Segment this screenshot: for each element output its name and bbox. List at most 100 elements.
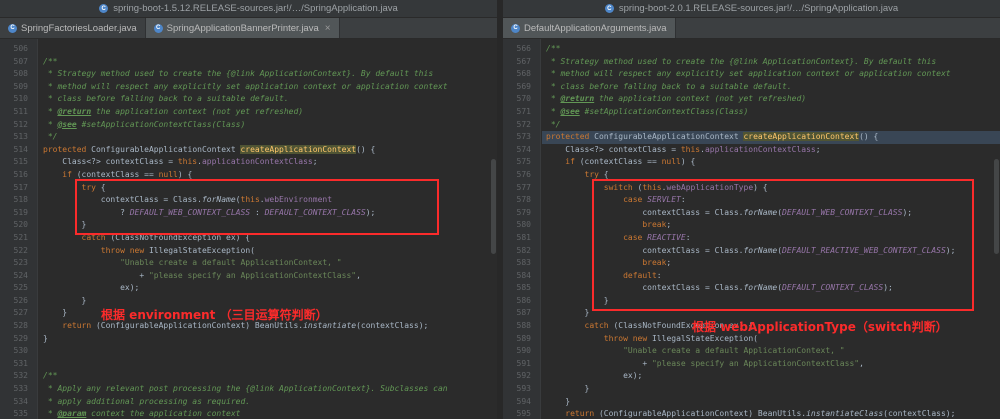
- gutter[interactable]: 506 507 508 509 510 511 512 513 514 515 516 517 518 5…: [0, 39, 38, 419]
- line-number[interactable]: 530: [0, 345, 37, 358]
- line-number[interactable]: 517: [0, 182, 37, 195]
- line-number[interactable]: 514: [0, 144, 37, 157]
- line-number[interactable]: 525: [0, 282, 37, 295]
- code-token: DEFAULT_CONTEXT_CLASS: [782, 283, 884, 293]
- line-number[interactable]: 529: [0, 333, 37, 346]
- code-token: case: [623, 232, 643, 242]
- line-number[interactable]: 528: [0, 320, 37, 333]
- line-number[interactable]: 585: [503, 282, 540, 295]
- code-token: /**: [546, 44, 561, 53]
- line-number[interactable]: 527: [0, 307, 37, 320]
- code-token: ;: [312, 157, 318, 167]
- line-number[interactable]: 574: [503, 144, 540, 157]
- line-number[interactable]: 590: [503, 345, 540, 358]
- code-token: }: [546, 384, 590, 394]
- line-number[interactable]: 510: [0, 93, 37, 106]
- code-token: break: [642, 220, 667, 230]
- line-number[interactable]: 588: [503, 320, 540, 333]
- line-number[interactable]: 591: [503, 358, 540, 371]
- editor-tab[interactable]: C SpringFactoriesLoader.java: [0, 18, 146, 38]
- editor[interactable]: 566 567 568 569 570 571 572 573 574 575 576 577 578 5…: [503, 39, 1000, 419]
- code-token: * Apply any relevant post processing the…: [43, 384, 448, 394]
- line-number[interactable]: 515: [0, 156, 37, 169]
- line-number[interactable]: 576: [503, 169, 540, 182]
- line-number[interactable]: 524: [0, 270, 37, 283]
- code-area[interactable]: /** * Strategy method used to create the…: [39, 39, 497, 419]
- line-number[interactable]: 506: [0, 43, 37, 56]
- line-number[interactable]: 594: [503, 396, 540, 409]
- line-number[interactable]: 512: [0, 119, 37, 132]
- code-line: Class<?> contextClass = this.application…: [39, 156, 497, 169]
- code-token: *: [546, 94, 561, 104]
- line-number[interactable]: 532: [0, 370, 37, 383]
- line-number[interactable]: 586: [503, 295, 540, 308]
- line-number[interactable]: 566: [503, 43, 540, 56]
- line-number[interactable]: 573: [503, 131, 540, 144]
- code-line: /**: [542, 43, 1000, 56]
- code-line: * apply additional processing as require…: [39, 396, 497, 409]
- code-line: if (contextClass == null) {: [39, 169, 497, 182]
- line-number[interactable]: 507: [0, 56, 37, 69]
- line-number[interactable]: 580: [503, 219, 540, 232]
- code-token: break: [642, 258, 667, 268]
- code-line: + "please specify an ApplicationContextC…: [39, 270, 497, 283]
- code-token: (contextClass ==: [71, 169, 159, 179]
- line-number[interactable]: 509: [0, 81, 37, 94]
- gutter[interactable]: 566 567 568 569 570 571 572 573 574 575 576 577 578 5…: [503, 39, 541, 419]
- line-number[interactable]: 570: [503, 93, 540, 106]
- line-number[interactable]: 575: [503, 156, 540, 169]
- line-number[interactable]: 567: [503, 56, 540, 69]
- line-number[interactable]: 571: [503, 106, 540, 119]
- line-number[interactable]: 516: [0, 169, 37, 182]
- line-number[interactable]: 535: [0, 408, 37, 419]
- code-line: * Apply any relevant post processing the…: [39, 383, 497, 396]
- code-token: forName: [743, 283, 778, 293]
- line-number[interactable]: 589: [503, 333, 540, 346]
- code-line: }: [542, 396, 1000, 409]
- line-number[interactable]: 523: [0, 257, 37, 270]
- editor-tab[interactable]: C SpringApplicationBannerPrinter.java ×: [145, 18, 340, 38]
- line-number[interactable]: 577: [503, 182, 540, 195]
- line-number[interactable]: 522: [0, 245, 37, 258]
- line-number[interactable]: 533: [0, 383, 37, 396]
- java-file-icon: C: [604, 4, 614, 13]
- line-number[interactable]: 526: [0, 295, 37, 308]
- line-number[interactable]: 595: [503, 408, 540, 419]
- line-number[interactable]: 592: [503, 370, 540, 383]
- line-number[interactable]: 519: [0, 207, 37, 220]
- line-number[interactable]: 518: [0, 194, 37, 207]
- line-number[interactable]: 569: [503, 81, 540, 94]
- line-number[interactable]: 581: [503, 232, 540, 245]
- line-number[interactable]: 521: [0, 232, 37, 245]
- line-number[interactable]: 583: [503, 257, 540, 270]
- line-number[interactable]: 508: [0, 68, 37, 81]
- code-token: createApplicationContext: [240, 144, 357, 154]
- code-line: Class<?> contextClass = this.application…: [542, 144, 1000, 157]
- line-number[interactable]: 582: [503, 245, 540, 258]
- code-area[interactable]: /** * Strategy method used to create the…: [542, 39, 1000, 419]
- line-number[interactable]: 572: [503, 119, 540, 132]
- line-number[interactable]: 511: [0, 106, 37, 119]
- line-number[interactable]: 513: [0, 131, 37, 144]
- code-line: /**: [39, 56, 497, 69]
- line-number[interactable]: 584: [503, 270, 540, 283]
- line-number[interactable]: 587: [503, 307, 540, 320]
- code-token: default: [623, 270, 657, 280]
- line-number[interactable]: 579: [503, 207, 540, 220]
- scrollbar-thumb[interactable]: [491, 159, 496, 254]
- code-token: case: [623, 195, 643, 205]
- code-line: }: [542, 383, 1000, 396]
- line-number[interactable]: 568: [503, 68, 540, 81]
- scrollbar-thumb[interactable]: [994, 159, 999, 254]
- line-number[interactable]: 534: [0, 396, 37, 409]
- line-number[interactable]: 593: [503, 383, 540, 396]
- code-token: ) {: [753, 182, 768, 192]
- editor[interactable]: 506 507 508 509 510 511 512 513 514 515 516 517 518 5…: [0, 39, 497, 419]
- editor-tab[interactable]: C DefaultApplicationArguments.java: [503, 18, 676, 38]
- line-number[interactable]: 531: [0, 358, 37, 371]
- close-icon[interactable]: ×: [325, 23, 331, 34]
- line-number[interactable]: 520: [0, 219, 37, 232]
- code-line: switch (this.webApplicationType) {: [542, 182, 1000, 195]
- line-number[interactable]: 578: [503, 194, 540, 207]
